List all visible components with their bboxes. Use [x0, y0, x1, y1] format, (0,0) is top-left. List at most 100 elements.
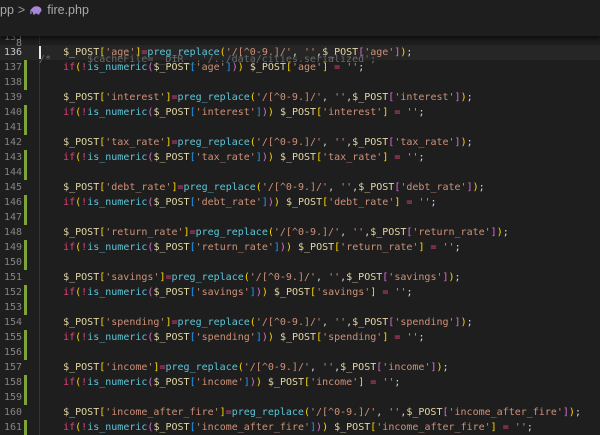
code-string: 'income'	[382, 362, 431, 373]
code-line[interactable]: 151 $_POST['savings']=preg_replace('/[^0…	[0, 270, 600, 285]
code-string: ''	[322, 362, 335, 373]
code-line[interactable]: 160 $_POST['income_after_fire']=preg_rep…	[0, 405, 600, 420]
code-line[interactable]: 139 $_POST['interest']=preg_replace('/[^…	[0, 90, 600, 105]
code-editor[interactable]: 135 136 $_POST['age']=preg_replace('/[^0-…	[0, 30, 600, 435]
code-text[interactable]: $_POST['income']=preg_replace('/[^0-9.]/…	[39, 360, 449, 375]
code-text[interactable]: $_POST['return_rate']=preg_replace('/[^0…	[39, 225, 509, 240]
git-added-indicator[interactable]	[24, 375, 27, 390]
code-line[interactable]: 149 if(!is_numeric($_POST['return_rate']…	[0, 240, 600, 255]
code-line[interactable]: 144	[0, 165, 600, 180]
git-added-indicator[interactable]	[24, 330, 27, 345]
code-text[interactable]: $_POST['debt_rate']=preg_replace('/[^0-9…	[39, 180, 485, 195]
code-variable: $_POST	[63, 227, 100, 238]
breadcrumb-folder[interactable]: pp	[0, 3, 14, 17]
code-text[interactable]: if(!is_numeric($_POST['savings'])) $_POS…	[39, 285, 412, 300]
breadcrumb-file[interactable]: fire.php	[47, 3, 89, 17]
code-line[interactable]: 154 $_POST['spending']=preg_replace('/[^…	[0, 315, 600, 330]
line-number: 151	[3, 272, 22, 283]
code-line[interactable]: 145 $_POST['debt_rate']=preg_replace('/[…	[0, 180, 600, 195]
code-text[interactable]: $_POST['spending']=preg_replace('/[^0-9.…	[39, 315, 473, 330]
code-variable: $_POST	[406, 407, 443, 418]
git-added-indicator[interactable]	[24, 75, 27, 90]
code-text[interactable]: if(!is_numeric($_POST['spending'])) $_PO…	[39, 330, 425, 345]
code-line[interactable]: 146 if(!is_numeric($_POST['debt_rate']))…	[0, 195, 600, 210]
code-string: '/[^0-9.]/'	[261, 182, 329, 193]
code-string: 'income'	[195, 377, 244, 388]
code-text[interactable]: /* $cacheFile=__DIR__.'/../data/cities.s…	[39, 52, 376, 68]
code-variable: $_POST	[153, 152, 190, 163]
code-text: ;	[466, 137, 473, 148]
code-text[interactable]: if(!is_numeric($_POST['income_after_fire…	[39, 420, 533, 435]
code-string: '/[^0-9.]/'	[255, 137, 323, 148]
code-function: preg_replace	[171, 272, 244, 283]
code-text: ,	[322, 317, 335, 328]
git-added-indicator[interactable]	[24, 240, 27, 255]
code-line[interactable]: 156	[0, 345, 600, 360]
code-text[interactable]: $_POST['interest']=preg_replace('/[^0-9.…	[39, 90, 473, 105]
code-line[interactable]: 155 if(!is_numeric($_POST['spending'])) …	[0, 330, 600, 345]
code-string: ''	[394, 287, 407, 298]
code-variable: $_POST	[63, 137, 100, 148]
code-function: is_numeric	[87, 332, 148, 343]
git-added-indicator[interactable]	[24, 60, 27, 75]
code-text[interactable]: if(!is_numeric($_POST['tax_rate'])) $_PO…	[39, 150, 424, 165]
code-string: ''	[328, 272, 341, 283]
code-function: is_numeric	[87, 377, 148, 388]
code-text[interactable]: $_POST['income_after_fire']=preg_replace…	[39, 405, 581, 420]
code-text: ;	[466, 92, 473, 103]
line-number: 155	[3, 332, 22, 343]
code-text[interactable]: if(!is_numeric($_POST['return_rate'])) $…	[39, 240, 461, 255]
git-added-indicator[interactable]	[24, 255, 27, 270]
sticky-scroll-header[interactable]: 8 /* $cacheFile=__DIR__.'/../data/cities…	[0, 20, 600, 65]
code-text[interactable]: if(!is_numeric($_POST['interest'])) $_PO…	[39, 105, 424, 120]
code-keyword: if	[63, 152, 76, 163]
code-line[interactable]: 157 $_POST['income']=preg_replace('/[^0-…	[0, 360, 600, 375]
code-string: 'income_after_fire'	[105, 407, 220, 418]
code-string: 'debt_rate'	[328, 197, 395, 208]
code-line[interactable]: 153	[0, 300, 600, 315]
code-text[interactable]: $_POST['tax_rate']=preg_replace('/[^0-9.…	[39, 135, 473, 150]
code-variable: $_POST	[63, 362, 100, 373]
code-text: ;	[454, 272, 461, 283]
code-variable: $_POST	[63, 92, 100, 103]
line-number: 143	[3, 152, 22, 163]
code-text[interactable]: if(!is_numeric($_POST['debt_rate'])) $_P…	[39, 195, 436, 210]
code-line[interactable]: 147	[0, 210, 600, 225]
code-text: ;	[442, 362, 449, 373]
git-added-indicator[interactable]	[24, 390, 27, 405]
git-added-indicator[interactable]	[24, 150, 27, 165]
code-text: ;	[418, 332, 425, 343]
git-added-indicator[interactable]	[24, 420, 27, 435]
code-variable: $_POST	[63, 182, 100, 193]
code-text[interactable]: if(!is_numeric($_POST['income'])) $_POST…	[39, 375, 400, 390]
code-string: 'income_after_fire'	[376, 422, 491, 433]
code-line[interactable]: 143 if(!is_numeric($_POST['tax_rate'])) …	[0, 150, 600, 165]
code-line[interactable]: 148 $_POST['return_rate']=preg_replace('…	[0, 225, 600, 240]
code-line[interactable]: 140 if(!is_numeric($_POST['interest'])) …	[0, 105, 600, 120]
code-text[interactable]: $_POST['savings']=preg_replace('/[^0-9.]…	[39, 270, 461, 285]
git-added-indicator[interactable]	[24, 210, 27, 225]
code-line[interactable]: 152 if(!is_numeric($_POST['savings'])) $…	[0, 285, 600, 300]
code-variable: $_POST	[352, 92, 389, 103]
git-added-indicator[interactable]	[24, 195, 27, 210]
code-string: ''	[442, 242, 455, 253]
code-line[interactable]: 138	[0, 75, 600, 90]
code-line[interactable]: 158 if(!is_numeric($_POST['income'])) $_…	[0, 375, 600, 390]
code-line[interactable]: 141	[0, 120, 600, 135]
git-added-indicator[interactable]	[24, 120, 27, 135]
code-line[interactable]: 150	[0, 255, 600, 270]
git-added-indicator[interactable]	[24, 105, 27, 120]
code-keyword: if	[63, 377, 76, 388]
code-string: '/[^0-9.]/'	[255, 92, 323, 103]
code-string: 'income'	[105, 362, 154, 373]
code-line[interactable]: 161 if(!is_numeric($_POST['income_after_…	[0, 420, 600, 435]
code-variable: $_POST	[279, 152, 317, 163]
git-added-indicator[interactable]	[24, 285, 27, 300]
git-added-indicator[interactable]	[24, 165, 27, 180]
code-variable: $_POST	[334, 422, 371, 433]
code-line[interactable]: 142 $_POST['tax_rate']=preg_replace('/[^…	[0, 135, 600, 150]
git-added-indicator[interactable]	[24, 345, 27, 360]
git-added-indicator[interactable]	[24, 300, 27, 315]
code-line[interactable]: 159	[0, 390, 600, 405]
